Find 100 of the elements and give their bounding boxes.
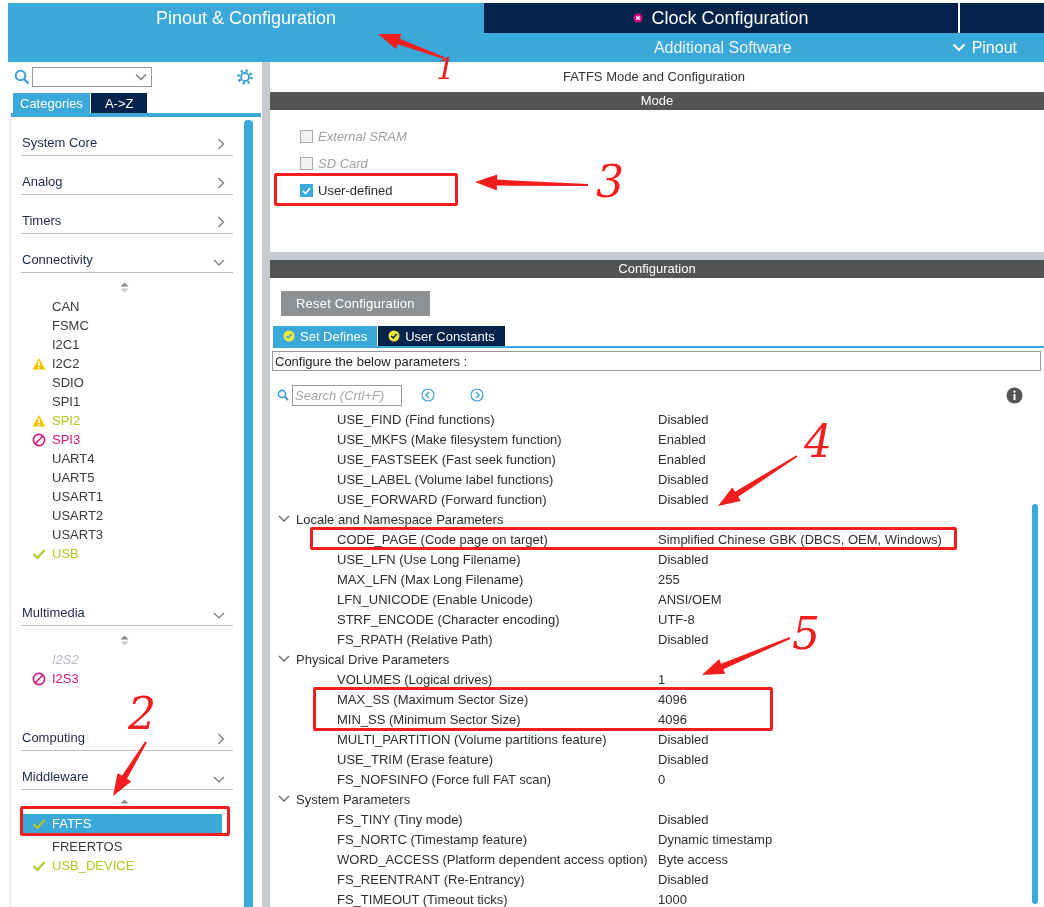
parameter-value[interactable]: 1 bbox=[658, 671, 666, 687]
parameter-name: FS_RPATH (Relative Path) bbox=[336, 631, 494, 647]
annotation-number: 5 bbox=[792, 612, 820, 656]
peripheral-item[interactable]: SDIO bbox=[21, 373, 222, 392]
checkmark-icon bbox=[302, 186, 311, 195]
mode-checkbox[interactable]: User-defined bbox=[300, 177, 393, 204]
parameter-value[interactable]: Disabled bbox=[658, 551, 709, 567]
peripheral-item[interactable]: FREERTOS bbox=[21, 837, 222, 856]
parameter-value[interactable]: UTF-8 bbox=[658, 611, 695, 627]
scroll-arrows-icon[interactable] bbox=[120, 635, 129, 646]
parameter-value[interactable]: Disabled bbox=[658, 471, 709, 487]
peripheral-item[interactable]: I2C1 bbox=[21, 335, 222, 354]
scrollbar[interactable] bbox=[1032, 504, 1038, 904]
parameter-value[interactable]: Disabled bbox=[658, 491, 709, 507]
parameter-value[interactable]: Disabled bbox=[658, 871, 709, 887]
parameter-name: USE_FASTSEEK (Fast seek function) bbox=[336, 451, 557, 467]
group-header[interactable]: Locale and Namespace Parameters bbox=[270, 509, 510, 529]
peripheral-item[interactable]: USART1 bbox=[21, 487, 222, 506]
peripheral-item[interactable]: CAN bbox=[21, 297, 222, 316]
parameter-value[interactable]: Disabled bbox=[658, 811, 709, 827]
warning-icon bbox=[32, 414, 46, 427]
parameter-name: FS_TINY (Tiny mode) bbox=[336, 811, 464, 827]
parameter-name: USE_FORWARD (Forward function) bbox=[336, 491, 548, 507]
parameter-value[interactable]: Disabled bbox=[658, 751, 709, 767]
view-tab[interactable]: A->Z bbox=[90, 93, 148, 113]
annotation-number: 4 bbox=[804, 420, 832, 464]
parameter-value[interactable]: Disabled bbox=[658, 411, 709, 427]
parameter-name: USE_LABEL (Volume label functions) bbox=[336, 471, 555, 487]
parameter-value[interactable]: Simplified Chinese GBK (DBCS, OEM, Windows) bbox=[658, 531, 942, 547]
hint-field: Configure the below parameters : bbox=[272, 351, 1041, 371]
chevron-right-icon bbox=[217, 177, 225, 189]
parameter-name: MIN_SS (Minimum Sector Size) bbox=[336, 711, 522, 727]
chevron-down-icon bbox=[213, 776, 225, 784]
parameter-name: USE_FIND (Find functions) bbox=[336, 411, 496, 427]
peripheral-item[interactable]: SPI3 bbox=[21, 430, 222, 449]
settings-icon[interactable] bbox=[236, 68, 254, 86]
peripheral-item[interactable]: FSMC bbox=[21, 316, 222, 335]
chevron-down-icon bbox=[278, 795, 290, 803]
parameter-name: USE_TRIM (Erase feature) bbox=[336, 751, 495, 767]
previous-icon[interactable] bbox=[421, 388, 435, 402]
peripheral-item[interactable]: USART3 bbox=[21, 525, 222, 544]
parameter-value[interactable]: 4096 bbox=[658, 691, 687, 707]
chevron-right-icon bbox=[217, 216, 225, 228]
chevron-right-icon bbox=[217, 138, 225, 150]
peripheral-item[interactable]: USART2 bbox=[21, 506, 222, 525]
scrollbar[interactable] bbox=[244, 120, 253, 907]
parameter-value[interactable]: 1000 bbox=[658, 891, 687, 907]
category-header[interactable]: System Core bbox=[21, 122, 233, 156]
group-header[interactable]: System Parameters bbox=[270, 789, 417, 809]
search-icon bbox=[277, 389, 289, 401]
info-icon[interactable] bbox=[1006, 386, 1023, 404]
parameter-value[interactable]: 0 bbox=[658, 771, 666, 787]
parameter-name: FS_REENTRANT (Re-Entrancy) bbox=[336, 871, 526, 887]
parameter-name: MAX_LFN (Max Long Filename) bbox=[336, 571, 525, 587]
category-header[interactable]: Multimedia bbox=[21, 592, 233, 626]
parameter-name: LFN_UNICODE (Enable Unicode) bbox=[336, 591, 534, 607]
parameter-value[interactable]: Disabled bbox=[658, 631, 709, 647]
category-header[interactable]: Connectivity bbox=[21, 239, 233, 273]
check-circle-icon bbox=[283, 330, 295, 342]
warning-icon bbox=[32, 357, 46, 370]
chevron-down-icon bbox=[213, 612, 225, 620]
parameter-value[interactable]: Byte access bbox=[658, 851, 729, 867]
check-icon bbox=[32, 547, 46, 560]
peripheral-item[interactable]: I2C2 bbox=[21, 354, 222, 373]
parameter-name: WORD_ACCESS (Platform dependent access option) bbox=[336, 851, 649, 867]
parameter-name: USE_MKFS (Make filesystem function) bbox=[336, 431, 563, 447]
search-field[interactable]: Search (Crtl+F) bbox=[292, 384, 402, 406]
next-icon[interactable] bbox=[470, 388, 484, 402]
annotation-number: 3 bbox=[596, 160, 624, 204]
peripheral-item[interactable]: SPI1 bbox=[21, 392, 222, 411]
parameter-value[interactable]: ANSI/OEM bbox=[658, 591, 722, 607]
search-icon bbox=[14, 69, 30, 85]
parameter-value[interactable]: Dynamic timestamp bbox=[658, 831, 773, 847]
category-header[interactable]: Analog bbox=[21, 161, 233, 195]
group-header[interactable]: Physical Drive Parameters bbox=[270, 649, 456, 669]
annotation-arrow bbox=[378, 34, 445, 59]
section-header: Mode bbox=[270, 92, 1044, 110]
scroll-arrows-icon[interactable] bbox=[120, 282, 129, 293]
parameter-value[interactable]: Enabled bbox=[658, 451, 706, 467]
parameter-name: FS_NOFSINFO (Force full FAT scan) bbox=[336, 771, 553, 787]
peripheral-item[interactable]: I2S3 bbox=[21, 669, 222, 688]
parameter-value[interactable]: Enabled bbox=[658, 431, 706, 447]
chevron-down-icon bbox=[213, 259, 225, 267]
section-header: Configuration bbox=[270, 260, 1044, 278]
parameter-name: USE_LFN (Use Long Filename) bbox=[336, 551, 522, 567]
search-field[interactable] bbox=[32, 67, 152, 87]
check-icon bbox=[32, 859, 46, 872]
parameter-value[interactable]: Disabled bbox=[658, 731, 709, 747]
peripheral-item[interactable]: UART5 bbox=[21, 468, 222, 487]
check-icon bbox=[32, 817, 46, 830]
category-header[interactable]: Timers bbox=[21, 200, 233, 234]
config-tab[interactable]: User Constants bbox=[378, 326, 505, 346]
peripheral-item[interactable]: UART4 bbox=[21, 449, 222, 468]
check-circle-icon bbox=[388, 330, 401, 342]
panel-title: FATFS Mode and Configuration bbox=[563, 69, 745, 84]
chevron-down-icon bbox=[278, 515, 290, 523]
parameter-value[interactable]: 4096 bbox=[658, 711, 687, 727]
header-tab[interactable]: Clock Configuration bbox=[484, 3, 958, 33]
parameter-value[interactable]: 255 bbox=[658, 571, 680, 587]
parameter-name: STRF_ENCODE (Character encoding) bbox=[336, 611, 561, 627]
